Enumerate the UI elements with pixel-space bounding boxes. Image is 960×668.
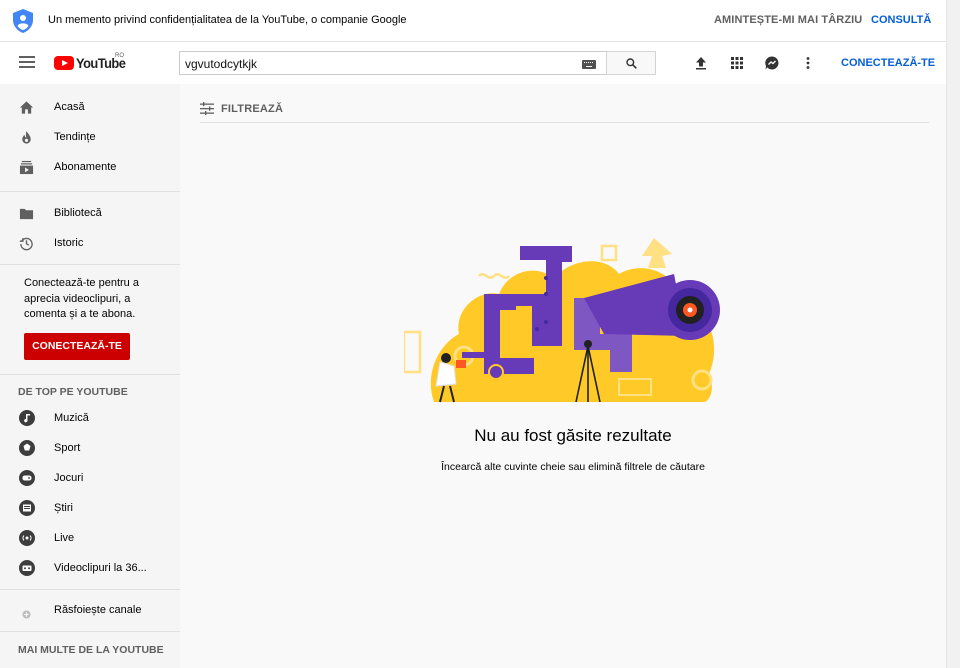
sidebar-item-label: Sport: [54, 442, 81, 454]
home-icon: [19, 101, 34, 114]
more-vert-icon[interactable]: [800, 55, 816, 71]
sidebar-item-label: Abonamente: [54, 161, 117, 173]
tune-icon: [200, 102, 214, 115]
sidebar-item-label: Videoclipuri la 36...: [54, 562, 147, 574]
no-results-hint: Încearcă alte cuvinte cheie sau elimină …: [441, 461, 705, 473]
sidebar-item-history[interactable]: Istoric: [0, 228, 180, 258]
privacy-message: Un memento privind confidențialitatea de…: [48, 14, 407, 26]
sidebar-item-live[interactable]: Live: [0, 523, 180, 553]
sidebar-signin-button[interactable]: CONECTEAZĂ-TE: [24, 333, 130, 360]
news-icon: [19, 500, 35, 516]
vr-360-icon: [19, 560, 35, 576]
filter-label: FILTREAZĂ: [221, 102, 284, 115]
youtube-logo[interactable]: YouTube RO: [54, 53, 130, 71]
sidebar-item-home[interactable]: Acasă: [0, 92, 180, 122]
divider: [0, 264, 180, 265]
search-value: vgvutodcytkjk: [185, 57, 258, 71]
sidebar-item-label: Istoric: [54, 237, 84, 249]
keyboard-icon[interactable]: [582, 60, 596, 69]
sidebar-item-library[interactable]: Bibliotecă: [0, 198, 180, 228]
sidebar-item-browse-channels[interactable]: Răsfoiește canale: [0, 595, 180, 625]
no-results-illustration: [404, 238, 720, 403]
sidebar-item-sport[interactable]: Sport: [0, 433, 180, 463]
menu-icon[interactable]: [19, 56, 35, 70]
plus-circle-icon: [22, 606, 37, 621]
gaming-icon: [19, 470, 35, 486]
filter-button[interactable]: FILTREAZĂ: [200, 102, 283, 115]
sidebar-item-label: Live: [54, 532, 75, 544]
country-code: RO: [115, 53, 124, 59]
subscriptions-icon: [19, 160, 34, 175]
divider: [200, 122, 929, 123]
youtube-play-icon: [54, 56, 74, 70]
flame-icon: [22, 130, 31, 144]
sidebar-item-label: Jocuri: [54, 472, 84, 484]
guide-sidebar: Acasă Tendințe Abonamente Bibliotecă Ist…: [0, 84, 180, 668]
sidebar-item-music[interactable]: Muzică: [0, 403, 180, 433]
search-results: FILTREAZĂ Nu au fost găsite rezultate În…: [180, 84, 946, 668]
page-scrollbar[interactable]: [946, 0, 960, 668]
sidebar-item-label: Acasă: [54, 101, 85, 113]
divider: [0, 374, 180, 375]
shield-person-icon: [13, 9, 33, 33]
sport-icon: [19, 440, 35, 456]
music-icon: [19, 410, 35, 426]
upload-icon[interactable]: [693, 55, 709, 71]
sidebar-item-label: Bibliotecă: [54, 207, 102, 219]
no-results-title: Nu au fost găsite rezultate: [474, 426, 672, 445]
signin-promo-text: Conectează-te pentru a aprecia videoclip…: [24, 277, 139, 320]
divider: [0, 631, 180, 632]
sidebar-item-gaming[interactable]: Jocuri: [0, 463, 180, 493]
sidebar-item-360[interactable]: Videoclipuri la 36...: [0, 553, 180, 583]
consult-button[interactable]: CONSULTĂ: [871, 14, 931, 26]
sidebar-item-trending[interactable]: Tendințe: [0, 122, 180, 152]
apps-icon[interactable]: [729, 55, 745, 71]
messages-icon[interactable]: [764, 55, 780, 71]
history-icon: [19, 237, 33, 251]
top-on-youtube-heading: DE TOP PE YOUTUBE: [18, 386, 128, 398]
sidebar-item-label: Știri: [54, 502, 73, 514]
live-icon: [19, 530, 35, 546]
sidebar-item-label: Tendințe: [54, 131, 96, 143]
sidebar-item-subscriptions[interactable]: Abonamente: [0, 152, 180, 182]
masthead: YouTube RO vgvutodcytkjk CONECTEAZĂ-TE: [0, 42, 946, 84]
divider: [0, 589, 180, 590]
search-button[interactable]: [606, 51, 656, 75]
sidebar-item-label: Răsfoiește canale: [54, 604, 142, 616]
privacy-banner: Un memento privind confidențialitatea de…: [0, 0, 946, 42]
sidebar-item-label: Muzică: [54, 412, 89, 424]
signin-button[interactable]: CONECTEAZĂ-TE: [841, 57, 935, 69]
remind-later-button[interactable]: AMINTEȘTE-MI MAI TÂRZIU: [714, 14, 862, 26]
folder-icon: [19, 208, 34, 220]
sidebar-item-news[interactable]: Știri: [0, 493, 180, 523]
divider: [0, 191, 180, 192]
search-input[interactable]: vgvutodcytkjk: [179, 51, 607, 75]
more-from-youtube-heading: MAI MULTE DE LA YOUTUBE: [18, 644, 164, 656]
search-icon: [626, 58, 637, 69]
